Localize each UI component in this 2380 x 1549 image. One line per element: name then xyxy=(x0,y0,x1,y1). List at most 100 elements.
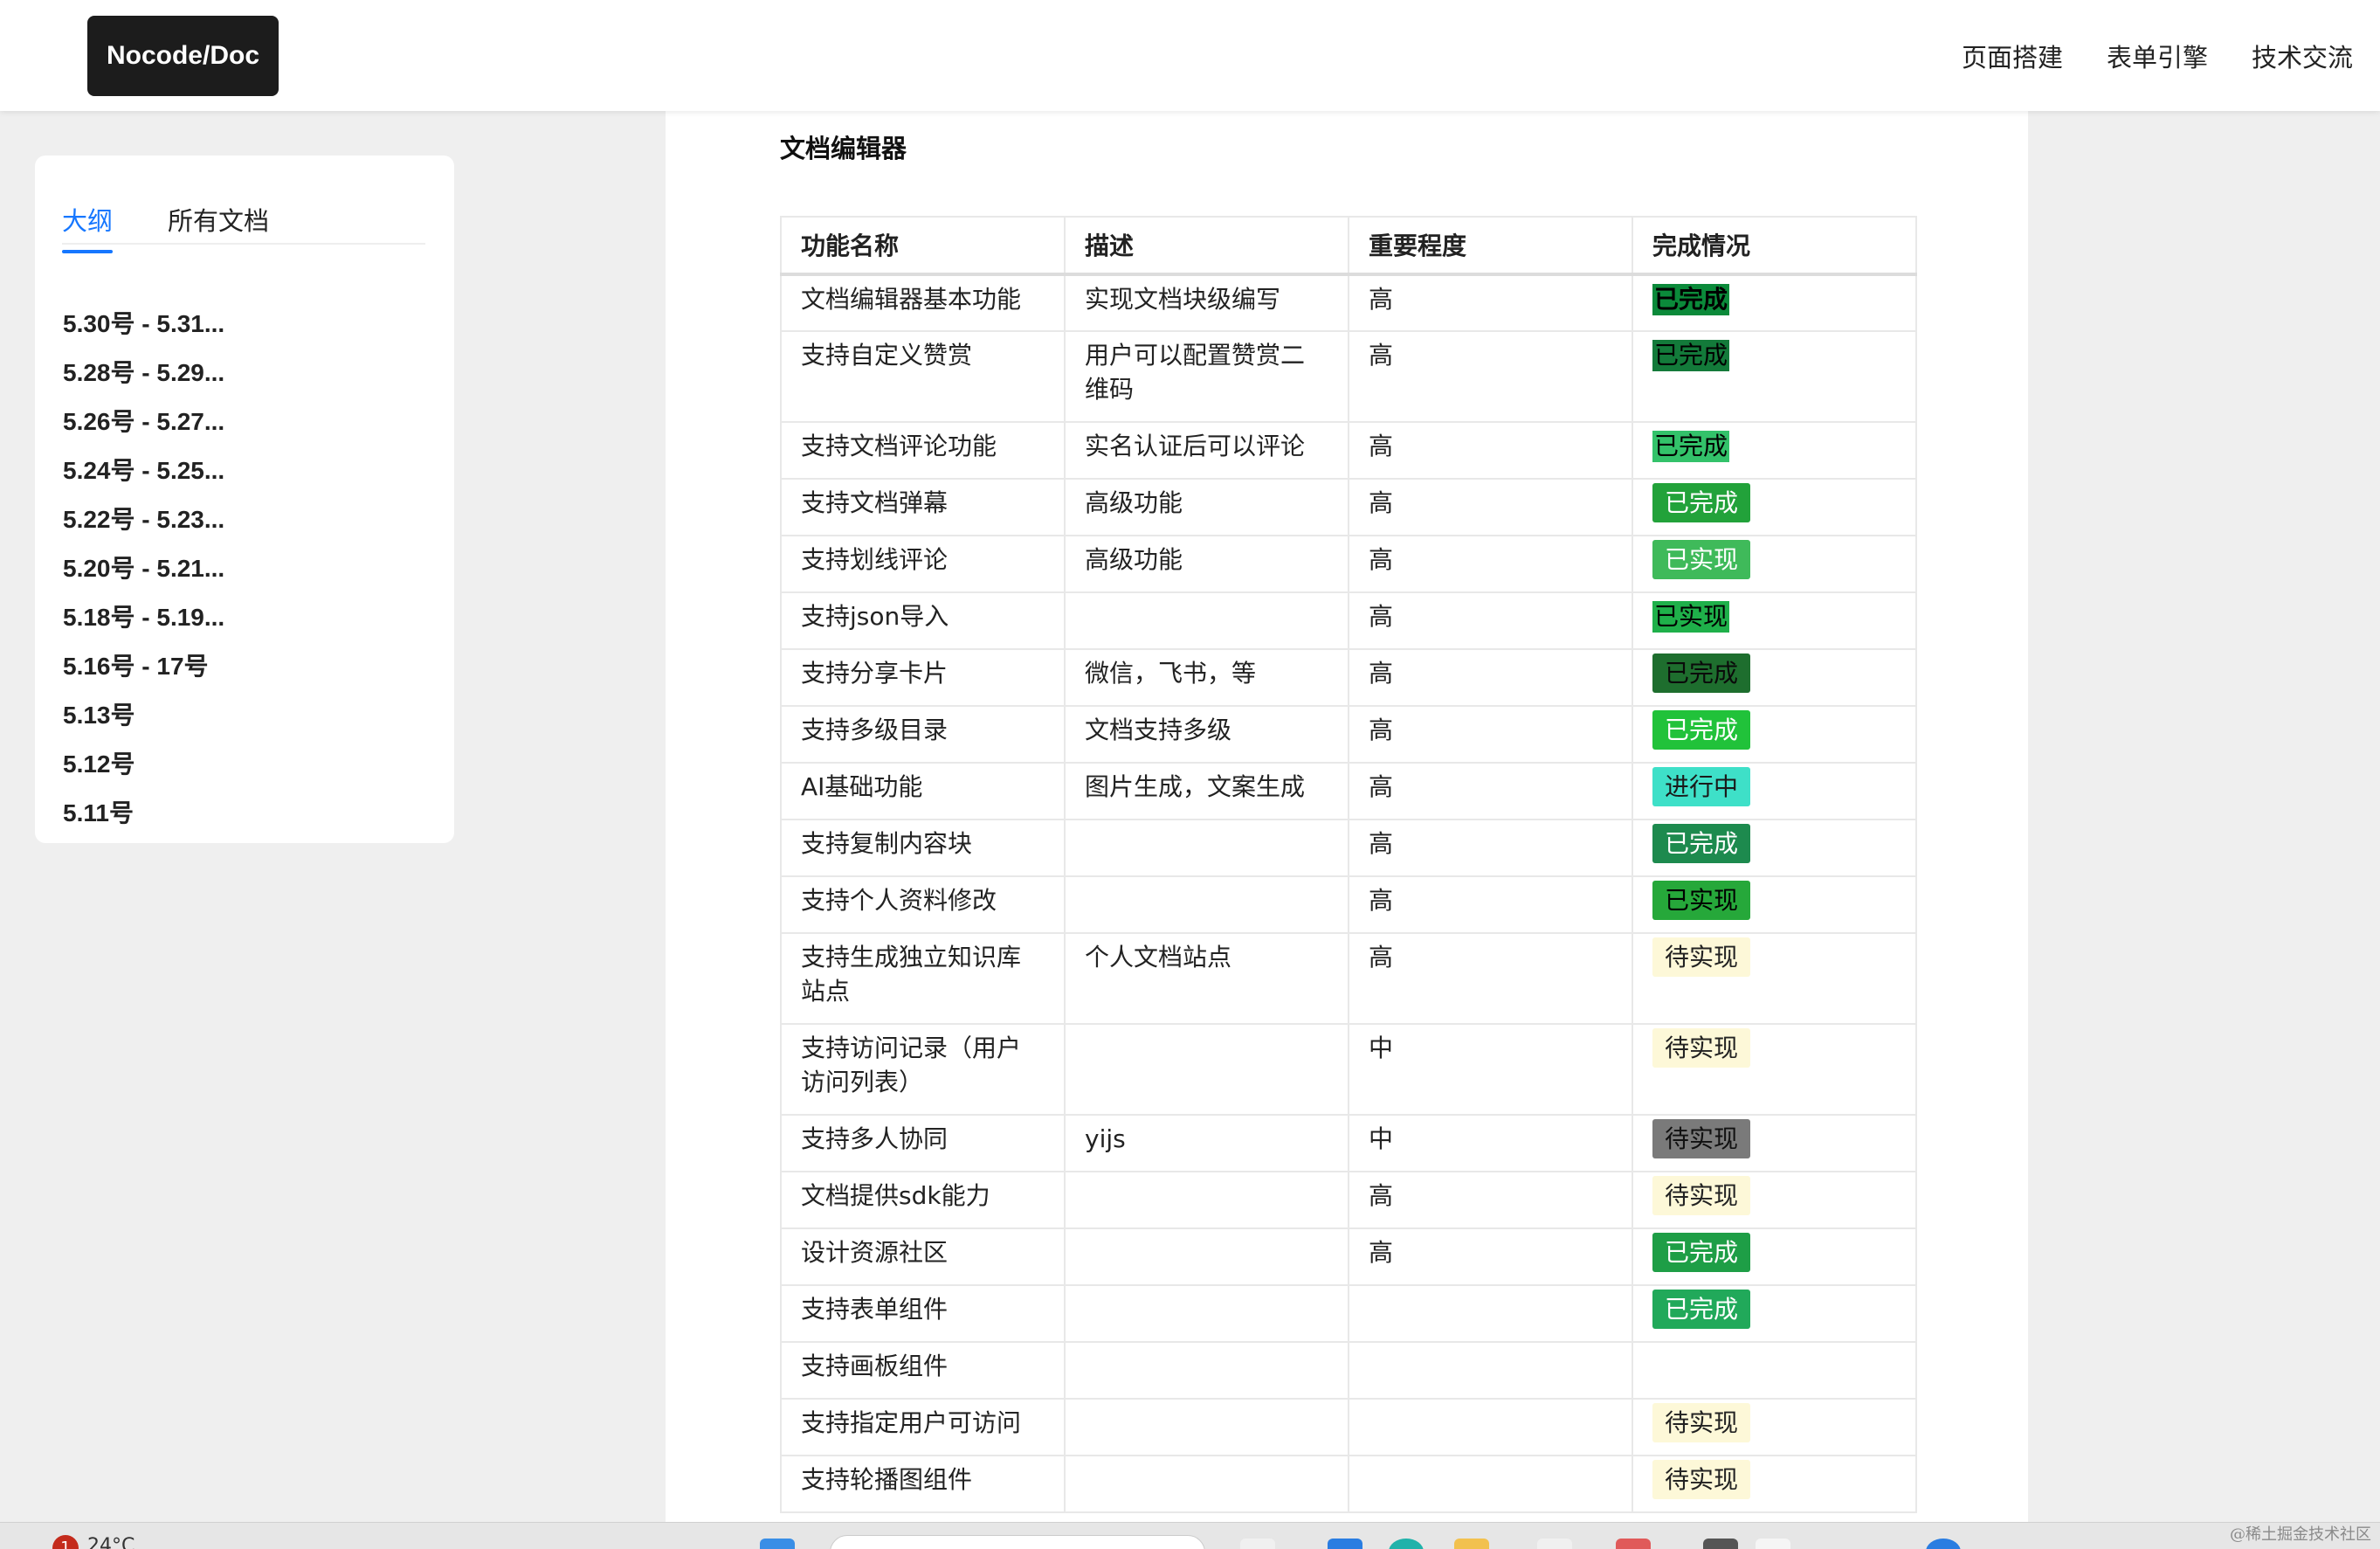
cell-priority: 高 xyxy=(1348,330,1633,423)
cell-name: 支持多级目录 xyxy=(780,705,1066,764)
start-icon[interactable] xyxy=(760,1539,795,1549)
cell-status: 已完成 xyxy=(1632,819,1917,877)
folder-icon[interactable] xyxy=(1454,1539,1489,1549)
status-badge: 已完成 xyxy=(1652,1233,1751,1272)
cell-priority: 高 xyxy=(1348,535,1633,593)
cell-status: 已完成 xyxy=(1632,330,1917,423)
logo[interactable]: Nocode/Doc xyxy=(87,16,279,96)
status-badge: 已实现 xyxy=(1652,601,1730,633)
cell-status: 已完成 xyxy=(1632,273,1917,332)
cell-priority: 中 xyxy=(1348,1023,1633,1116)
cell-desc: yijs xyxy=(1064,1114,1349,1172)
outline-item[interactable]: 5.12号 xyxy=(63,740,224,789)
status-badge: 待实现 xyxy=(1652,937,1751,977)
cell-desc: 实名认证后可以评论 xyxy=(1064,421,1349,480)
table-row: 文档编辑器基本功能 实现文档块级编写高已完成 xyxy=(780,273,1917,332)
notification-badge[interactable]: 1 xyxy=(52,1535,79,1549)
nav-form-engine[interactable]: 表单引擎 xyxy=(2107,38,2208,74)
outline-item[interactable]: 5.28号 - 5.29... xyxy=(63,349,224,398)
cell-status: 已实现 xyxy=(1632,591,1917,650)
cell-desc: 实现文档块级编写 xyxy=(1064,273,1349,332)
outline-item[interactable]: 5.16号 - 17号 xyxy=(63,642,224,691)
app-icon-2[interactable] xyxy=(1537,1539,1572,1549)
cell-desc xyxy=(1064,1341,1349,1400)
outline-item[interactable]: 5.24号 - 5.25... xyxy=(63,446,224,495)
cell-name: 支持复制内容块 xyxy=(780,819,1066,877)
table-row: 支持json导入 高已实现 xyxy=(780,591,1917,650)
app-icon[interactable] xyxy=(1389,1539,1424,1549)
edge-icon[interactable] xyxy=(1328,1539,1362,1549)
weather-temperature[interactable]: 24°C xyxy=(87,1535,135,1549)
cell-name: 文档编辑器基本功能 xyxy=(780,273,1066,332)
cell-priority: 高 xyxy=(1348,1171,1633,1229)
app-icon-4[interactable] xyxy=(1703,1539,1738,1549)
status-badge: 已完成 xyxy=(1652,824,1751,863)
cell-priority: 高 xyxy=(1348,1227,1633,1286)
table-row: 支持生成独立知识库站点 个人文档站点高待实现 xyxy=(780,932,1917,1025)
tab-all-docs[interactable]: 所有文档 xyxy=(168,201,269,238)
cell-desc xyxy=(1064,1284,1349,1343)
sidebar-tabs: 大纲 所有文档 xyxy=(62,201,425,253)
tab-outline[interactable]: 大纲 xyxy=(62,201,114,253)
table-row: 支持分享卡片 微信，飞书，等高已完成 xyxy=(780,648,1917,707)
status-badge: 待实现 xyxy=(1652,1119,1751,1158)
cell-name: 支持画板组件 xyxy=(780,1341,1066,1400)
feature-table: 功能名称 描述 重要程度 完成情况 文档编辑器基本功能 实现文档块级编写高已完成支… xyxy=(780,216,1917,1513)
cell-name: 支持json导入 xyxy=(780,591,1066,650)
status-badge: 待实现 xyxy=(1652,1403,1751,1442)
status-badge: 已完成 xyxy=(1652,1290,1751,1329)
status-badge: 待实现 xyxy=(1652,1176,1751,1215)
table-row: 支持轮播图组件 待实现 xyxy=(780,1455,1917,1513)
app-icon-6[interactable] xyxy=(1926,1539,1961,1549)
app-icon-5[interactable] xyxy=(1756,1539,1790,1549)
table-row: 文档提供sdk能力 高待实现 xyxy=(780,1171,1917,1229)
task-view-icon[interactable] xyxy=(1240,1539,1275,1549)
top-header: Nocode/Doc 页面搭建 表单引擎 技术交流 xyxy=(0,0,2380,111)
outline-item[interactable]: 5.13号 xyxy=(63,691,224,740)
taskbar-search[interactable] xyxy=(830,1535,1205,1549)
cell-desc xyxy=(1064,1227,1349,1286)
table-body: 文档编辑器基本功能 实现文档块级编写高已完成 支持自定义赞赏 用户可以配置赞赏二维码高… xyxy=(780,273,1917,1513)
cell-status: 已完成 xyxy=(1632,478,1917,536)
table-row: 支持多级目录 文档支持多级高已完成 xyxy=(780,705,1917,764)
app-icon-3[interactable] xyxy=(1616,1539,1651,1549)
cell-name: 支持表单组件 xyxy=(780,1284,1066,1343)
outline-item[interactable]: 5.22号 - 5.23... xyxy=(63,495,224,544)
cell-desc xyxy=(1064,875,1349,934)
table-row: AI基础功能 图片生成，文案生成高进行中 xyxy=(780,762,1917,820)
outline-item[interactable]: 5.18号 - 5.19... xyxy=(63,593,224,642)
outline-item[interactable]: 5.26号 - 5.27... xyxy=(63,398,224,446)
outline-item[interactable]: 5.20号 - 5.21... xyxy=(63,544,224,593)
cell-desc xyxy=(1064,819,1349,877)
cell-name: 支持文档评论功能 xyxy=(780,421,1066,480)
cell-name: 设计资源社区 xyxy=(780,1227,1066,1286)
table-row: 支持多人协同 yijs 中待实现 xyxy=(780,1114,1917,1172)
status-badge: 已完成 xyxy=(1652,340,1730,371)
cell-desc xyxy=(1064,1455,1349,1513)
cell-priority: 高 xyxy=(1348,762,1633,820)
cell-priority: 高 xyxy=(1348,273,1633,332)
cell-status: 已实现 xyxy=(1632,875,1917,934)
cell-name: 支持文档弹幕 xyxy=(780,478,1066,536)
status-badge: 已完成 xyxy=(1652,710,1751,750)
doc-content: 文档编辑器 功能名称 描述 重要程度 完成情况 文档编辑器基本功能 实现文档块级编… xyxy=(666,111,2028,1526)
cell-status: 已完成 xyxy=(1632,648,1917,707)
table-row: 支持指定用户可访问 待实现 xyxy=(780,1398,1917,1456)
cell-desc xyxy=(1064,591,1349,650)
sidebar: 大纲 所有文档 5.30号 - 5.31... 5.28号 - 5.29... 5.… xyxy=(35,156,454,843)
cell-name: 支持指定用户可访问 xyxy=(780,1398,1066,1456)
cell-priority: 中 xyxy=(1348,1114,1633,1172)
cell-desc: 高级功能 xyxy=(1064,478,1349,536)
outline-item[interactable]: 5.11号 xyxy=(63,789,224,838)
nav-tech-exchange[interactable]: 技术交流 xyxy=(2252,38,2353,74)
cell-priority: 高 xyxy=(1348,421,1633,480)
status-badge: 待实现 xyxy=(1652,1028,1751,1068)
outline-item[interactable]: 5.30号 - 5.31... xyxy=(63,300,224,349)
cell-priority xyxy=(1348,1341,1633,1400)
table-row: 支持自定义赞赏 用户可以配置赞赏二维码高已完成 xyxy=(780,330,1917,423)
nav-page-builder[interactable]: 页面搭建 xyxy=(1962,38,2063,74)
cell-status: 待实现 xyxy=(1632,1398,1917,1456)
table-row: 支持画板组件 xyxy=(780,1341,1917,1400)
table-row: 支持复制内容块 高已完成 xyxy=(780,819,1917,877)
taskbar: 1 24°C xyxy=(0,1522,2380,1549)
